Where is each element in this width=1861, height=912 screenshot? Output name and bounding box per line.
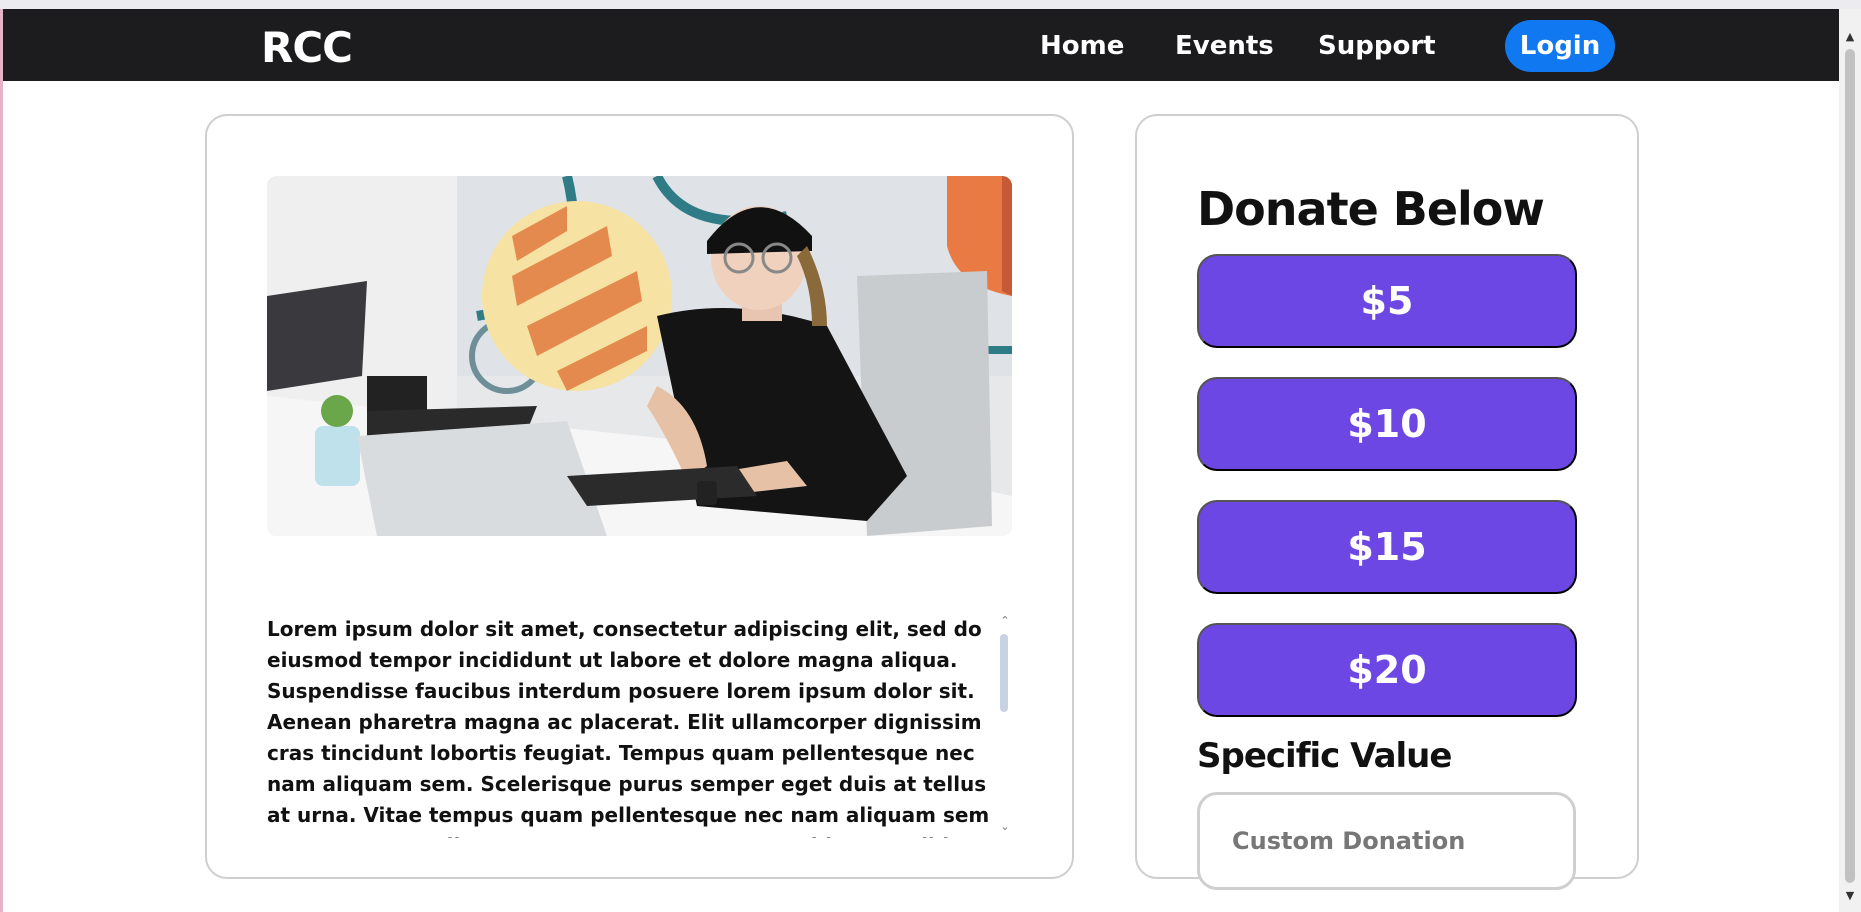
nav-support-link[interactable]: Support (1318, 31, 1436, 61)
specific-value-label: Specific Value (1197, 736, 1452, 776)
chevron-up-icon[interactable]: ⌃ (997, 614, 1013, 630)
donate-10-button[interactable]: $10 (1197, 377, 1577, 471)
donate-5-button[interactable]: $5 (1197, 254, 1577, 348)
page-scrollbar[interactable]: ▲ ▼ (1839, 9, 1861, 912)
article-card: Lorem ipsum dolor sit amet, consectetur … (205, 114, 1074, 879)
window-left-edge (0, 9, 3, 912)
article-text: Lorem ipsum dolor sit amet, consectetur … (267, 617, 990, 838)
donate-20-button[interactable]: $20 (1197, 623, 1577, 717)
brand-logo[interactable]: RCC (261, 23, 353, 72)
window-top-strip (0, 0, 1861, 9)
nav-home-link[interactable]: Home (1040, 31, 1124, 61)
nav-events-link[interactable]: Events (1175, 31, 1274, 61)
custom-donation-input[interactable] (1197, 792, 1576, 890)
photo-illustration (267, 176, 1012, 536)
donate-15-button[interactable]: $15 (1197, 500, 1577, 594)
login-button[interactable]: Login (1505, 20, 1615, 72)
article-text-scrollarea[interactable]: Lorem ipsum dolor sit amet, consectetur … (267, 614, 1012, 838)
chevron-down-icon[interactable]: ⌄ (997, 820, 1013, 836)
scroll-up-arrow-icon[interactable]: ▲ (1839, 27, 1861, 47)
browser-viewport: RCC Home Events Support Login ▲ ▼ Lorem … (0, 0, 1861, 912)
navbar: RCC Home Events Support Login (3, 9, 1839, 81)
donate-card: Donate Below $5 $10 $15 $20 Specific Val… (1135, 114, 1639, 879)
article-scroll-thumb[interactable] (1000, 634, 1008, 712)
page-scroll-thumb[interactable] (1845, 49, 1855, 883)
scroll-down-arrow-icon[interactable]: ▼ (1839, 886, 1861, 906)
donate-title: Donate Below (1197, 182, 1545, 236)
article-photo (267, 176, 1012, 536)
